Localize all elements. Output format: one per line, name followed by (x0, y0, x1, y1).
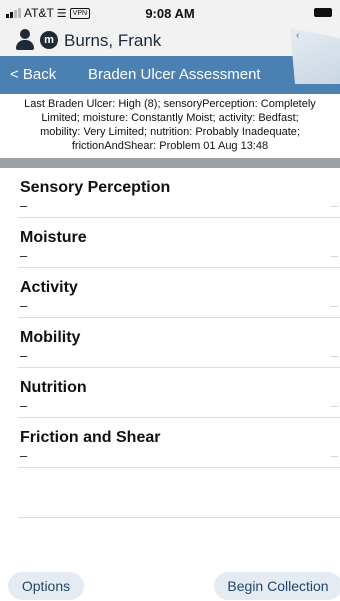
summary-line: frictionAndShear: Problem 01 Aug 13:48 (71, 140, 269, 152)
m-badge-icon: m (40, 31, 58, 49)
item-right-value: – (330, 448, 338, 463)
item-label: Moisture (20, 229, 87, 246)
begin-collection-button[interactable]: Begin Collection (214, 572, 340, 600)
item-label: Activity (20, 279, 78, 296)
summary-line: Last Braden Ulcer: High (8); sensoryPerc… (24, 98, 316, 110)
chevron-left-icon: ‹ (296, 30, 300, 41)
list-item-moisture[interactable]: Moisture – – (18, 218, 340, 268)
patient-name: Burns, Frank (64, 31, 162, 50)
item-value: – (20, 298, 28, 313)
back-button[interactable]: < Back (10, 66, 56, 83)
item-right-value: – (330, 298, 338, 313)
person-icon (14, 29, 36, 51)
assessment-list: Sensory Perception – – Moisture – – Acti… (0, 168, 340, 518)
item-right-value: – (330, 248, 338, 263)
summary-line: mobility: Very Limited; nutrition: Proba… (40, 126, 300, 138)
item-right-value: – (330, 198, 338, 213)
list-spacer-row (18, 468, 340, 518)
list-item-nutrition[interactable]: Nutrition – – (18, 368, 340, 418)
item-value: – (20, 448, 28, 463)
item-right-value: – (330, 398, 338, 413)
list-item-sensory-perception[interactable]: Sensory Perception – – (18, 168, 340, 218)
page-title: Braden Ulcer Assessment (88, 66, 261, 83)
item-right-value: – (330, 348, 338, 363)
patient-header[interactable]: m Burns, Frank (0, 26, 340, 56)
status-bar: AT&T ☰ VPN 9:08 AM (0, 0, 340, 26)
list-item-friction-and-shear[interactable]: Friction and Shear – – (18, 418, 340, 468)
list-item-mobility[interactable]: Mobility – – (18, 318, 340, 368)
item-label: Mobility (20, 329, 81, 346)
item-value: – (20, 348, 28, 363)
item-label: Friction and Shear (20, 429, 161, 446)
item-value: – (20, 248, 28, 263)
item-value: – (20, 198, 28, 213)
item-value: – (20, 398, 28, 413)
last-assessment-summary: Last Braden Ulcer: High (8); sensoryPerc… (0, 94, 340, 158)
status-time: 9:08 AM (145, 6, 195, 21)
battery-icon (314, 8, 332, 17)
options-button[interactable]: Options (8, 572, 84, 600)
summary-line: Limited; moisture: Constantly Moist; act… (41, 112, 299, 124)
list-item-activity[interactable]: Activity – – (18, 268, 340, 318)
item-label: Sensory Perception (20, 179, 171, 196)
item-label: Nutrition (20, 379, 87, 396)
section-divider (0, 158, 340, 168)
nav-bar: < Back Braden Ulcer Assessment (0, 56, 340, 94)
